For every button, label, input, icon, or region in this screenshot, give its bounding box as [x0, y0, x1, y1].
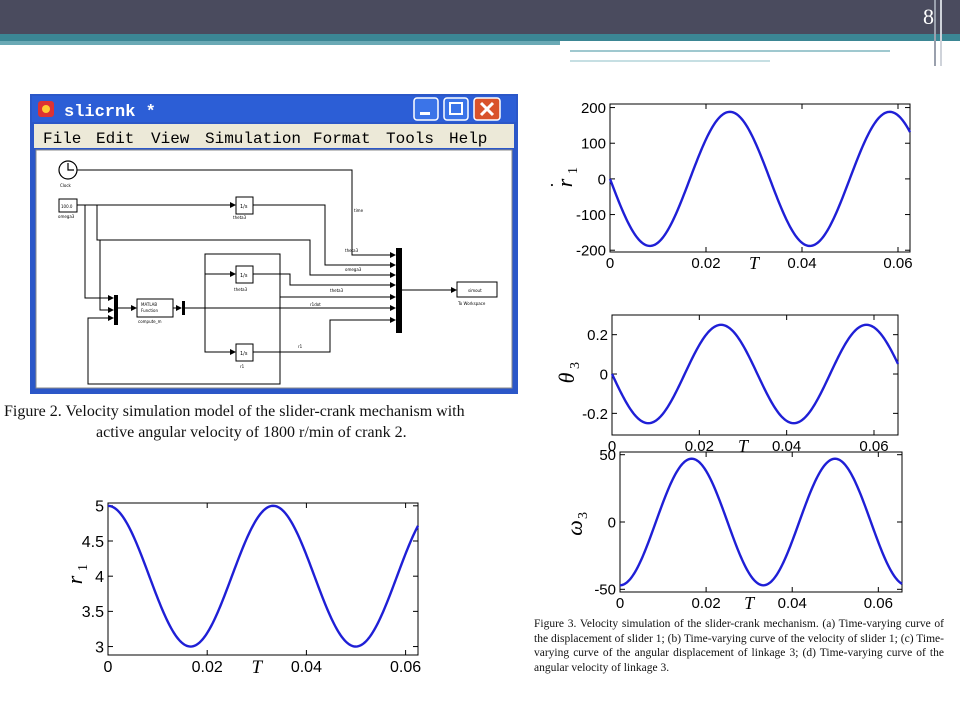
- signal-label-r1dot: r1dot: [310, 302, 321, 307]
- integrator-bottom-label: r1: [240, 364, 245, 369]
- y-tick-label: -100: [576, 207, 606, 224]
- x-tick-label: 0.04: [291, 659, 322, 676]
- function-label: compute_m: [138, 319, 162, 324]
- x-axis-label: T: [252, 657, 264, 678]
- minimize-icon: [420, 112, 430, 115]
- chart-angular-displacement: 0 0.02 0.04 0.06-0.200.2Tθ3: [554, 314, 900, 456]
- x-tick-label: 0.04: [787, 255, 816, 272]
- integrator-bottom-text: 1/s: [240, 351, 248, 357]
- sink-text: simout: [468, 288, 482, 293]
- signal-label-theta3b: theta3: [330, 288, 344, 293]
- x-tick-label: 0: [104, 659, 113, 676]
- simulink-window: slicrnk * File Edit View Simulation Form…: [30, 94, 518, 394]
- y-tick-label: 100: [581, 136, 606, 153]
- omega-constant-value: 100.0: [61, 204, 73, 209]
- y-axis-label: r1·: [542, 167, 581, 188]
- menu-view[interactable]: View: [151, 130, 190, 148]
- x-tick-label: 0.06: [883, 255, 912, 272]
- svg-text:3: 3: [568, 362, 583, 369]
- y-tick-label: 0: [598, 171, 606, 188]
- signal-label-time: time: [354, 208, 364, 213]
- menu-tools[interactable]: Tools: [386, 130, 434, 148]
- x-axis-label: T: [744, 593, 756, 613]
- y-tick-label: 0: [608, 514, 616, 531]
- slide-canvas: slicrnk * File Edit View Simulation Form…: [30, 94, 913, 678]
- omega-constant-block[interactable]: 100.0 omega3: [58, 198, 78, 219]
- integrator-top-text: 1/s: [240, 204, 248, 210]
- svg-text:1: 1: [566, 167, 581, 174]
- chart-angular-velocity: 0 0.02 0.04 0.06-50050Tω3: [562, 447, 903, 613]
- x-tick-label: 0: [606, 255, 614, 272]
- x-tick-label: 0.06: [864, 595, 893, 612]
- x-axis-label: T: [749, 253, 761, 273]
- minimize-button[interactable]: [413, 97, 439, 121]
- figure-2-caption: Figure 2. Velocity simulation model of t…: [4, 401, 544, 443]
- mux-left[interactable]: [114, 295, 118, 325]
- y-tick-label: -50: [594, 582, 616, 599]
- y-tick-label: -200: [576, 243, 606, 260]
- y-tick-label: 200: [581, 100, 606, 117]
- plot-frame: [619, 451, 903, 593]
- x-tick-label: 0.02: [692, 595, 721, 612]
- svg-text:3: 3: [576, 512, 591, 519]
- omega-constant-label: omega3: [58, 214, 75, 219]
- clock-label: Clock: [60, 183, 72, 188]
- y-tick-label: 50: [599, 447, 616, 464]
- x-tick-label: 0.02: [691, 255, 720, 272]
- y-tick-label: -0.2: [582, 406, 608, 423]
- svg-text:ω: ω: [562, 520, 587, 536]
- signal-label-omega3: omega3: [345, 267, 362, 272]
- y-tick-label: 3: [95, 639, 104, 656]
- window-title: slicrnk *: [64, 103, 156, 122]
- maximize-button[interactable]: [443, 97, 469, 121]
- y-axis-label: r1: [62, 564, 91, 584]
- y-axis-label: θ3: [554, 362, 583, 383]
- x-tick-label: 0.04: [778, 595, 807, 612]
- function-line-2: Function: [141, 308, 158, 313]
- integrator-mid-text: 1/s: [240, 273, 248, 279]
- y-tick-label: 4: [95, 569, 104, 586]
- y-tick-label: 3.5: [82, 604, 104, 621]
- chart-displacement: 0 0.02 0.04 0.0633.544.55Tr1: [62, 499, 421, 678]
- integrator-top-label: theta3: [233, 215, 247, 220]
- integrator-mid-label: theta3: [234, 287, 248, 292]
- sink-label: To Workspace: [457, 301, 486, 306]
- menu-format[interactable]: Format: [313, 130, 371, 148]
- simulink-logo-dot: [42, 105, 50, 113]
- x-tick-label: 0: [616, 595, 624, 612]
- demux-small[interactable]: [182, 301, 185, 315]
- plot-frame: [609, 103, 911, 253]
- menu-file[interactable]: File: [43, 130, 81, 148]
- close-button[interactable]: [473, 97, 501, 121]
- mux-right[interactable]: [396, 248, 402, 333]
- menu-edit[interactable]: Edit: [96, 130, 134, 148]
- y-axis-label: ω3: [562, 512, 591, 536]
- figure-2-caption-line-1: Figure 2. Velocity simulation model of t…: [4, 403, 465, 420]
- svg-text:1: 1: [76, 564, 91, 571]
- signal-label-r1: r1: [298, 344, 303, 349]
- svg-text:θ: θ: [554, 372, 579, 383]
- function-line-1: MATLAB: [141, 302, 157, 307]
- y-tick-label: 0.2: [587, 327, 608, 344]
- figure-3-caption: Figure 3. Velocity simulation of the sli…: [534, 618, 944, 674]
- y-tick-label: 5: [95, 499, 104, 516]
- signal-label-theta3a: theta3: [345, 248, 359, 253]
- y-tick-label: 4.5: [82, 534, 104, 551]
- plot-frame: [611, 314, 899, 436]
- svg-text:r: r: [62, 575, 87, 584]
- x-tick-label: 0.06: [390, 659, 421, 676]
- menu-simulation[interactable]: Simulation: [205, 130, 301, 148]
- svg-text:·: ·: [542, 182, 562, 188]
- chart-velocity: 0 0.02 0.04 0.06-200-1000100200Tr1·: [542, 100, 913, 273]
- figure-2-caption-line-2: active angular velocity of 1800 r/min of…: [96, 424, 407, 441]
- y-tick-label: 0: [600, 366, 608, 383]
- menu-help[interactable]: Help: [449, 130, 487, 148]
- x-tick-label: 0.02: [192, 659, 223, 676]
